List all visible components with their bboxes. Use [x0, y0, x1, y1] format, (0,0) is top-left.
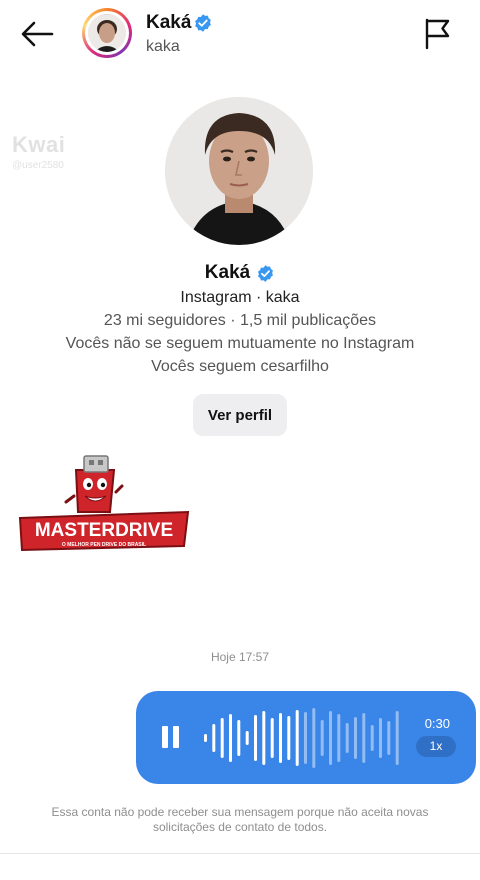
verified-badge-icon [258, 264, 274, 282]
sponsor-tagline: O MELHOR PEN DRIVE DO BRASIL [62, 542, 146, 548]
cannot-receive-notice: Essa conta não pode receber sua mensagem… [51, 805, 429, 834]
header-avatar[interactable] [82, 8, 132, 58]
waveform-bar [254, 715, 257, 761]
waveform-bar [362, 713, 366, 763]
waveform-bar [320, 720, 324, 756]
waveform-bar [387, 721, 391, 755]
view-profile-button[interactable]: Ver perfil [193, 394, 287, 436]
waveform-bar [370, 725, 374, 751]
masterdrive-logo: MASTERDRIVE O MELHOR PEN DRIVE DO BRASIL [18, 455, 190, 552]
audio-waveform[interactable] [202, 705, 402, 771]
waveform-bar [337, 714, 341, 762]
waveform-bar [262, 711, 266, 765]
waveform-bar [312, 708, 316, 768]
avatar [88, 14, 126, 52]
voice-duration: 0:30 [424, 716, 450, 731]
sponsor-brand: MASTERDRIVE [35, 520, 173, 541]
waveform-bar [279, 713, 282, 763]
waveform-bar [220, 718, 224, 758]
pause-icon[interactable] [162, 726, 180, 748]
profile-follow: Vocês seguem cesarfilho [151, 358, 329, 375]
waveform-bar [354, 717, 357, 759]
profile-stats: 23 mi seguidores · 1,5 mil publicações [103, 312, 377, 329]
waveform-bar [270, 718, 274, 758]
waveform-bar [245, 731, 249, 745]
header-name[interactable]: Kaká [146, 12, 191, 34]
playback-speed-button[interactable]: 1x [416, 736, 456, 757]
profile-meta: Instagram · kaka [180, 289, 300, 306]
voice-message-bubble[interactable]: 0:30 1x [136, 691, 476, 784]
chat-header: Kaká kaka [0, 0, 480, 70]
waveform-bar [204, 734, 207, 742]
arrow-left-icon[interactable] [18, 18, 56, 50]
divider [0, 853, 480, 854]
waveform-bar [295, 710, 299, 766]
waveform-bar [345, 723, 349, 753]
waveform-bar [379, 718, 382, 758]
kwai-handle: @user2580 [12, 160, 64, 171]
flag-icon[interactable] [422, 16, 452, 50]
header-username: kaka [146, 38, 180, 55]
profile-photo[interactable] [165, 97, 313, 245]
waveform-bar [287, 716, 291, 760]
message-timestamp: Hoje 17:57 [210, 650, 270, 664]
profile-name: Kaká [204, 262, 251, 283]
profile-name-row: Kaká [0, 262, 480, 284]
waveform-bar [329, 711, 332, 765]
verified-badge-icon [195, 14, 211, 32]
kwai-watermark: Kwai @user2580 [12, 132, 65, 171]
waveform-bar [395, 711, 399, 765]
waveform-bar [229, 714, 232, 762]
waveform-bar [212, 724, 216, 752]
profile-mutual: Vocês não se seguem mutuamente no Instag… [65, 335, 415, 352]
waveform-bar [237, 720, 241, 756]
kwai-logo: Kwai [12, 132, 66, 157]
waveform-bar [304, 712, 307, 764]
